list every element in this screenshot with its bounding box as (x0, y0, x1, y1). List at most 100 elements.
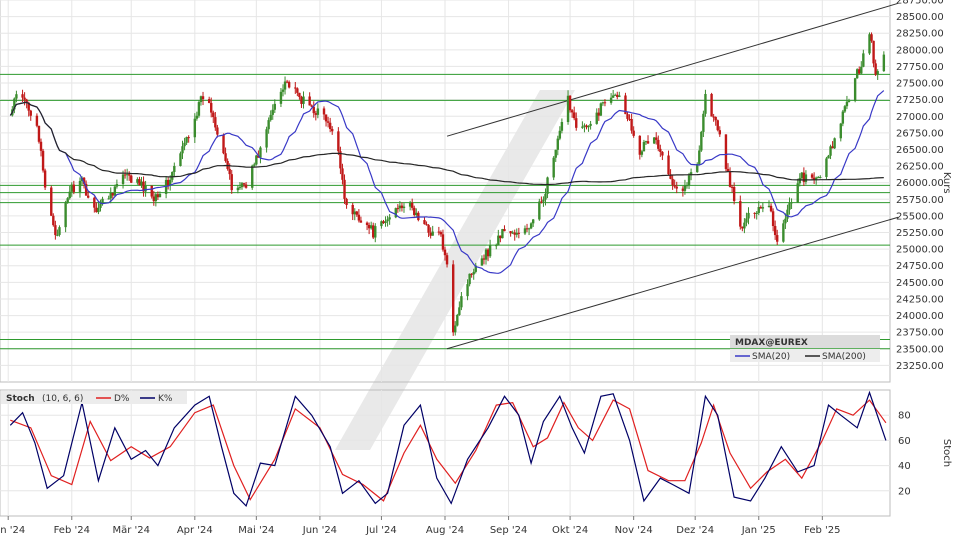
candle-up (868, 34, 871, 54)
candle-up (784, 218, 787, 224)
candle-up (253, 164, 256, 166)
y-tick-label: 24750.00 (896, 261, 944, 272)
candle-down (517, 232, 521, 234)
candle-down (382, 221, 385, 224)
candle-up (183, 142, 186, 147)
candle-down (300, 96, 303, 104)
candle-up (554, 149, 557, 158)
candle-up (107, 198, 110, 200)
candle-down (675, 186, 678, 189)
candle-up (523, 228, 527, 234)
candle-up (614, 94, 617, 96)
stoch-y-tick-label: 60 (898, 436, 911, 447)
x-tick-label: Jul '24 (365, 525, 397, 536)
candle-down (714, 116, 717, 121)
candle-down (314, 113, 318, 115)
candle-up (800, 172, 804, 179)
candle-down (445, 255, 449, 265)
y-tick-label: 23750.00 (896, 328, 944, 339)
x-tick-label: Nov '24 (615, 525, 653, 536)
candle-down (810, 174, 814, 178)
candle-up (64, 202, 67, 228)
candle-down (525, 228, 529, 230)
candle-up (369, 225, 373, 229)
candle-down (355, 211, 359, 215)
candle-down (741, 226, 744, 229)
candle-down (870, 34, 873, 41)
candle-up (825, 158, 828, 177)
candle-down (345, 198, 348, 205)
candle-down (671, 178, 674, 186)
candle-down (23, 97, 26, 100)
y-tick-label: 25500.00 (896, 211, 944, 222)
candle-up (747, 212, 750, 219)
candle-down (138, 179, 141, 186)
candle-up (687, 175, 691, 186)
candle-up (855, 69, 859, 79)
x-tick-label: Sep '24 (490, 525, 528, 536)
candle-up (767, 205, 771, 208)
candle-down (503, 229, 506, 232)
candle-up (786, 209, 789, 219)
candle-up (115, 184, 119, 187)
x-tick-label: Dez '24 (676, 525, 714, 536)
candle-down (326, 121, 330, 123)
candle-up (843, 106, 847, 112)
candle-up (817, 177, 820, 179)
candle-up (882, 54, 886, 72)
y-tick-label: 24250.00 (896, 294, 944, 305)
y-axis-title: Kurs (941, 172, 952, 194)
candle-down (214, 117, 217, 128)
candle-down (570, 110, 574, 113)
candle-down (328, 122, 332, 129)
candle-up (566, 95, 570, 123)
candle-up (99, 203, 102, 208)
candle-down (21, 94, 24, 98)
candle-up (259, 147, 262, 158)
candle-up (587, 125, 590, 128)
candle-up (402, 206, 406, 209)
stoch-y-tick-label: 40 (898, 461, 911, 472)
candle-down (769, 205, 773, 212)
y-tick-label: 28500.00 (896, 12, 944, 23)
candle-down (372, 225, 375, 238)
candle-down (773, 226, 777, 236)
candle-up (251, 165, 254, 188)
candle-up (640, 151, 644, 155)
candle-down (718, 130, 721, 135)
candle-up (841, 111, 845, 124)
candle-up (683, 185, 687, 191)
candle-down (585, 125, 588, 128)
candle-up (529, 223, 533, 229)
x-tick-label: Jan '25 (741, 525, 776, 536)
candle-up (556, 138, 559, 150)
candle-up (271, 109, 274, 115)
candle-down (230, 174, 233, 191)
sma20-legend-label: SMA(20) (752, 352, 790, 362)
candle-up (700, 131, 703, 151)
candle-down (54, 225, 57, 236)
candle-up (558, 130, 562, 139)
candle-down (207, 99, 211, 103)
candle-up (546, 177, 549, 194)
candle-down (667, 155, 670, 175)
candle-up (853, 78, 857, 101)
candle-down (127, 174, 131, 176)
candle-down (242, 183, 246, 185)
candle-up (353, 211, 356, 215)
candle-down (228, 168, 231, 175)
candle-down (351, 204, 354, 215)
candle-up (70, 184, 73, 192)
candle-up (171, 171, 174, 180)
candle-up (782, 223, 785, 242)
y-tick-label: 26000.00 (896, 178, 944, 189)
candle-up (755, 212, 758, 214)
candle-up (283, 81, 287, 90)
candle-down (628, 118, 631, 120)
candle-up (197, 102, 201, 116)
candle-up (788, 203, 791, 210)
candle-down (130, 175, 133, 183)
candle-down (396, 208, 400, 210)
candle-up (515, 232, 518, 235)
candle-down (638, 135, 642, 155)
